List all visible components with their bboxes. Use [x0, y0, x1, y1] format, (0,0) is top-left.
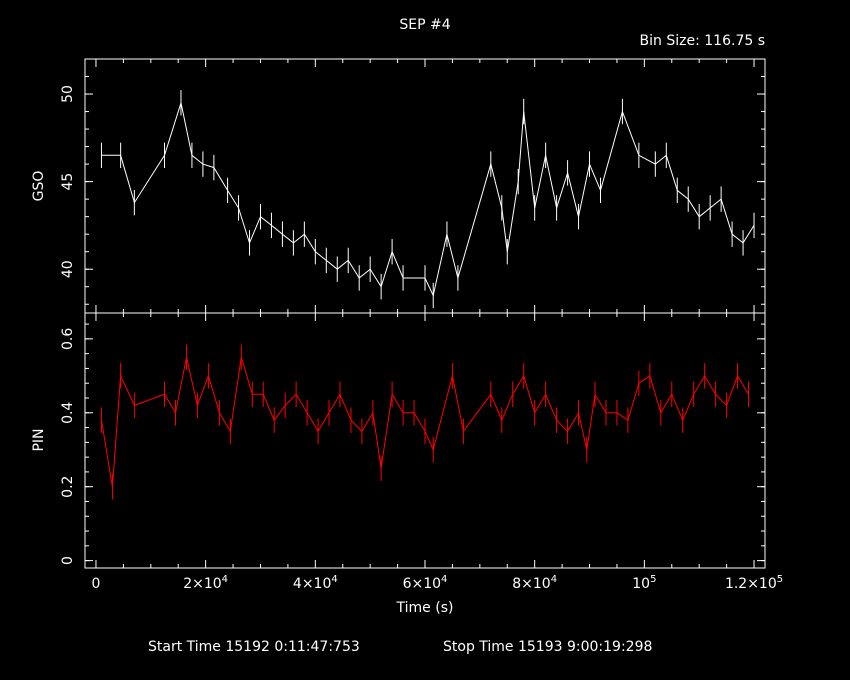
- bottom-ytick-label: 0.6: [60, 328, 76, 350]
- gso-series: [100, 90, 755, 309]
- time-xtick-label: 8×104: [512, 574, 557, 592]
- time-xtick-label: 2×104: [183, 574, 228, 592]
- pin-axis-ticks: 0 0.2 0.4 0.6 0 2×104 4×104 6×104 8×104 105 1.2×10…: [60, 313, 783, 592]
- time-xtick-label: 1.2×105: [725, 574, 783, 592]
- xtick-exponent: 4: [551, 574, 557, 585]
- top-series-line: [101, 100, 755, 298]
- bottom-ytick-label: 0: [60, 556, 76, 565]
- pin-series: [100, 344, 750, 500]
- bin-size-label: Bin Size: 116.75 s: [640, 33, 765, 49]
- bottom-ytick-label: 0.4: [60, 402, 76, 424]
- chart-title: SEP #4: [399, 17, 450, 33]
- time-xtick-label: 0: [92, 576, 101, 592]
- gso-axis-ticks: 40 45 50: [60, 58, 765, 313]
- lightcurve-figure: SEP #4 Bin Size: 116.75 s 404550 GSO 00.…: [31, 17, 783, 655]
- time-xtick-label: 4×104: [293, 574, 338, 592]
- xtick-exponent: 5: [650, 574, 656, 585]
- time-axis-label: Time (s): [396, 600, 454, 616]
- xtick-exponent: 4: [222, 574, 228, 585]
- xtick-exponent: 5: [777, 574, 783, 585]
- xtick-exponent: 4: [331, 574, 337, 585]
- start-time-label: Start Time 15192 0:11:47:753: [148, 639, 360, 655]
- time-xtick-label: 6×104: [403, 574, 448, 592]
- top-ytick-label: 40: [60, 260, 76, 278]
- stop-time-label: Stop Time 15193 9:00:19:298: [443, 639, 652, 655]
- time-xtick-label: 105: [632, 574, 656, 592]
- top-ytick-label: 45: [60, 173, 76, 191]
- top-ytick-label: 50: [60, 85, 76, 103]
- pin-panel: 0 0.2 0.4 0.6 0 2×104 4×104 6×104 8×104 105 1.2×10…: [31, 312, 783, 616]
- gso-panel: 40 45 50 GSO: [31, 58, 766, 314]
- pin-axis-label: PIN: [31, 428, 47, 451]
- gso-axis-label: GSO: [31, 171, 47, 202]
- xtick-exponent: 4: [441, 574, 447, 585]
- bottom-ytick-label: 0.2: [60, 476, 76, 498]
